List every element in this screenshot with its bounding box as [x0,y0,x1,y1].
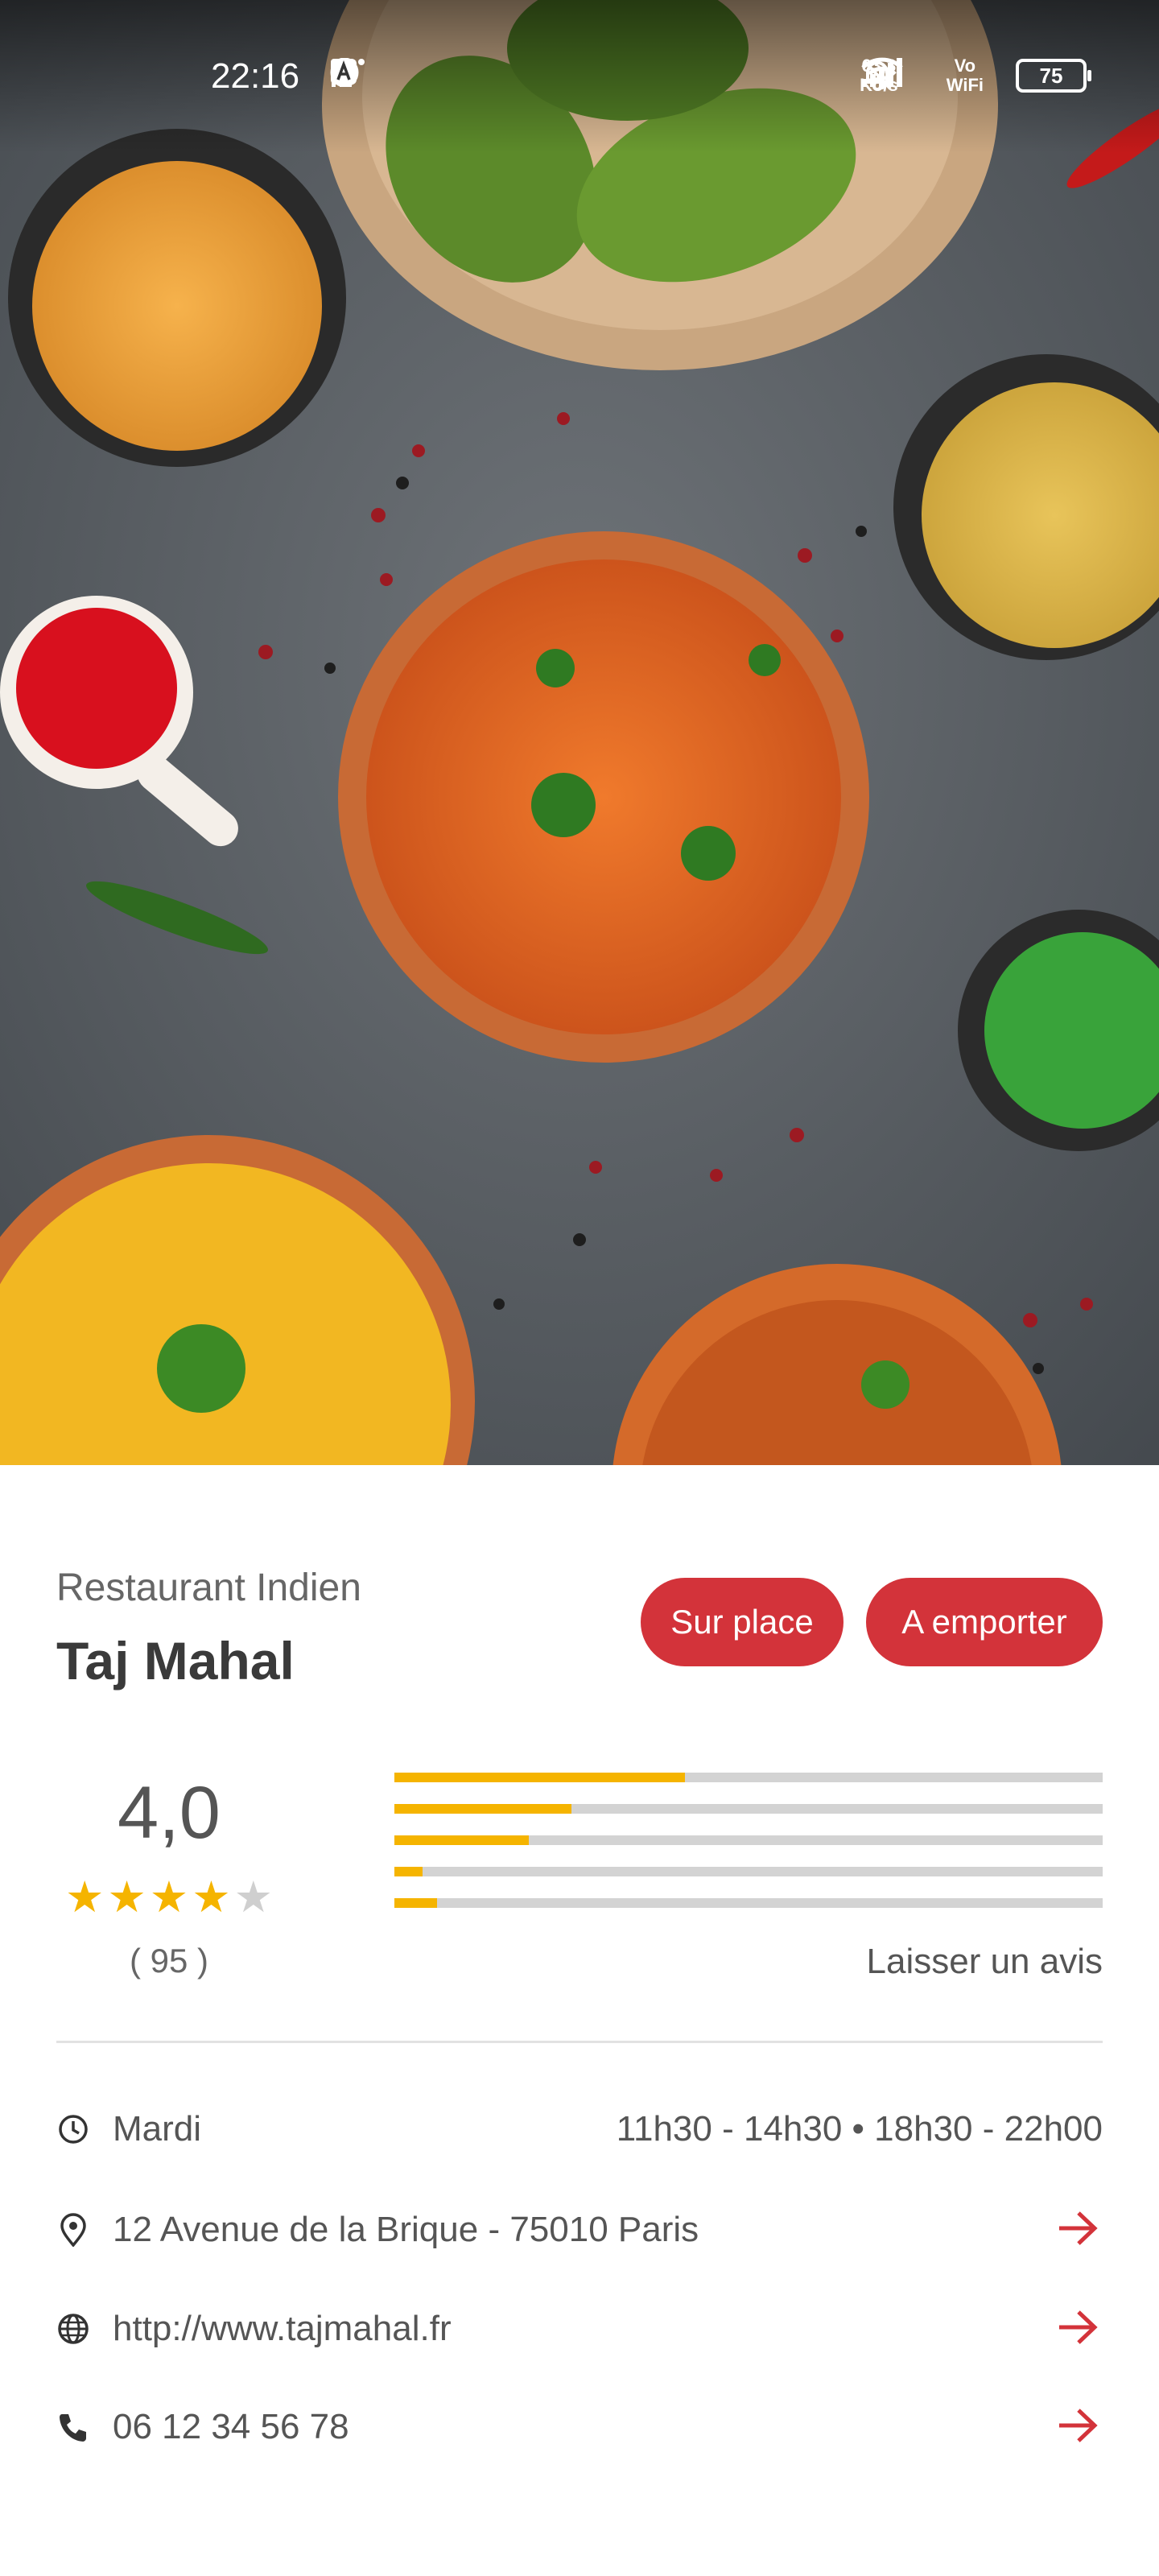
vowifi-indicator: Vo WiFi [946,56,984,95]
battery-indicator: 75 [1016,59,1091,93]
star-icon: ★ [107,1872,146,1922]
opening-times: 11h30 - 14h30 • 18h30 - 22h00 [616,2109,1103,2149]
rating-bar [394,1773,1103,1782]
status-bar: 22:16 63,3 Ko/s Vo WiFi 75 [0,0,1159,153]
opening-hours-row: Mardi 11h30 - 14h30 • 18h30 - 22h00 [56,2101,1103,2157]
star-icon: ★ [64,1872,105,1922]
leave-review-link[interactable]: Laisser un avis [867,1942,1103,1982]
phone-row[interactable]: 06 12 34 56 78 [56,2399,1103,2455]
rating-bar-fill [394,1773,685,1782]
website-row[interactable]: http://www.tajmahal.fr [56,2301,1103,2357]
star-icon: ★ [192,1872,231,1922]
star-icon: ★ [149,1872,189,1922]
takeaway-button[interactable]: A emporter [866,1578,1103,1666]
divider [56,2041,1103,2043]
restaurant-name: Taj Mahal [56,1631,295,1690]
rating-bar-fill [394,1804,571,1814]
address-row[interactable]: 12 Avenue de la Brique - 75010 Paris [56,2202,1103,2258]
rating-bar [394,1898,1103,1908]
rating-distribution [394,1773,1103,1930]
status-system-icons: 63,3 Ko/s Vo WiFi 75 [860,56,1091,95]
star-icon: ★ [233,1872,274,1922]
status-time: 22:16 [211,56,300,96]
globe-icon [56,2312,90,2346]
restaurant-info-panel: Restaurant Indien Taj Mahal Sur place A … [0,1465,1159,2576]
rating-bar-fill [394,1867,423,1876]
rating-bar [394,1867,1103,1876]
rating-stars: ★ ★ ★ ★ ★ [56,1876,282,1919]
rating-average: 4,0 [118,1772,221,1854]
location-pin-icon [56,2213,90,2247]
hero-food-image: 22:16 63,3 Ko/s Vo WiFi 75 [0,0,1159,1465]
rating-count: ( 95 ) [129,1942,209,1979]
website-text: http://www.tajmahal.fr [113,2309,452,2348]
address-text: 12 Avenue de la Brique - 75010 Paris [113,2210,699,2249]
restaurant-category: Restaurant Indien [56,1567,361,1609]
phone-icon [56,2410,90,2444]
rating-bar-fill [394,1835,530,1845]
arrow-right-icon[interactable] [1054,2307,1103,2351]
phone-text: 06 12 34 56 78 [113,2407,349,2446]
dine-in-button[interactable]: Sur place [641,1578,843,1666]
clock-icon [56,2112,90,2146]
rating-bar-fill [394,1898,437,1908]
arrow-right-icon[interactable] [1054,2405,1103,2449]
arrow-right-icon[interactable] [1054,2208,1103,2252]
rating-bar [394,1804,1103,1814]
rating-bar [394,1835,1103,1845]
opening-day: Mardi [113,2109,202,2149]
